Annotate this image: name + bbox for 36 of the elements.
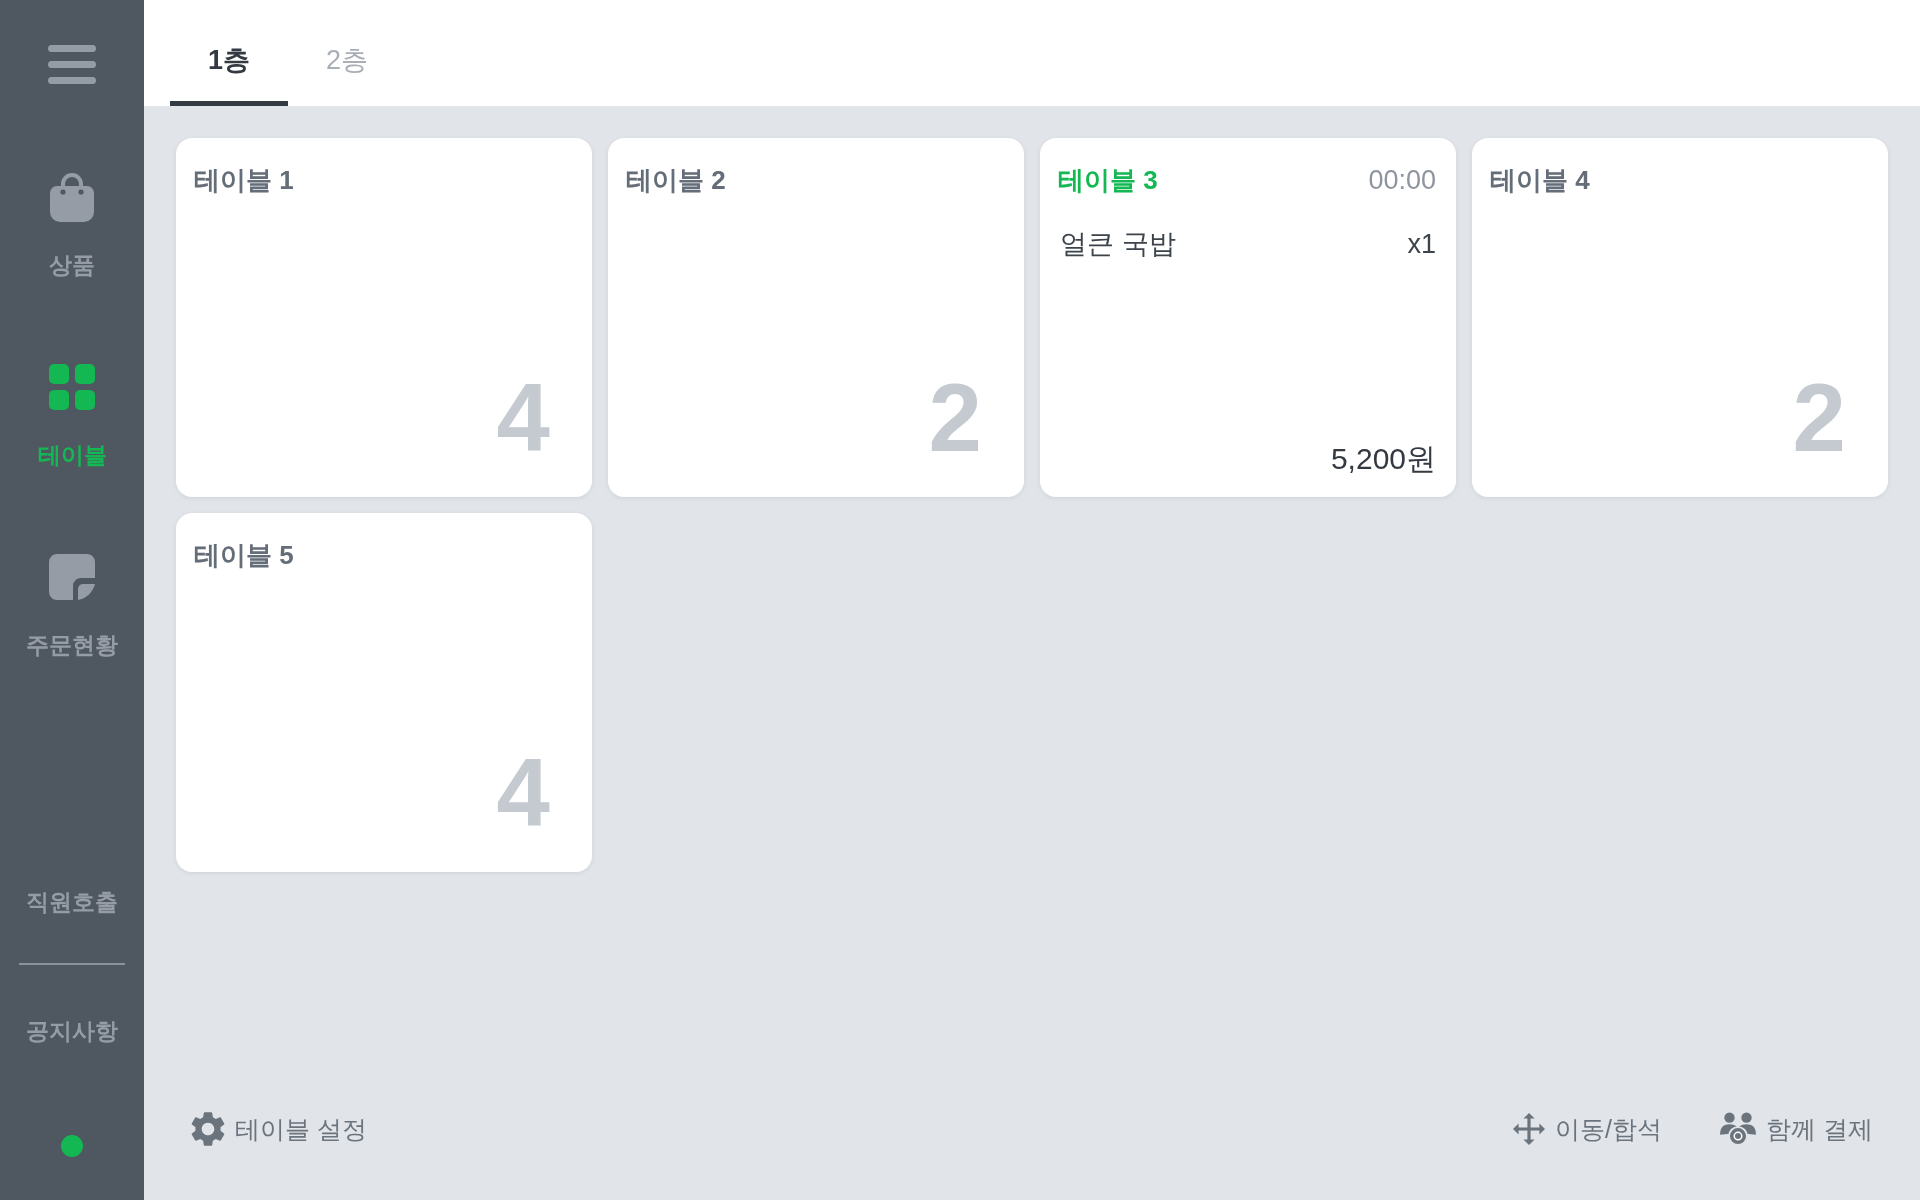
table-card[interactable]: 테이블 5 4 bbox=[176, 513, 592, 872]
table-name: 테이블 4 bbox=[1490, 164, 1590, 196]
sticky-note-icon bbox=[49, 554, 95, 600]
table-name: 테이블 3 bbox=[1058, 164, 1158, 196]
table-card[interactable]: 테이블 4 2 bbox=[1472, 138, 1888, 497]
grid-icon bbox=[49, 364, 95, 410]
floor-tab[interactable]: 1층 bbox=[170, 0, 288, 106]
table-card[interactable]: 테이블 3 00:00 얼큰 국밥 x1 5,200원 bbox=[1040, 138, 1456, 497]
table-card[interactable]: 테이블 1 4 bbox=[176, 138, 592, 497]
seat-count: 4 bbox=[496, 370, 550, 466]
seat-count: 2 bbox=[1792, 370, 1846, 466]
people-coin-icon bbox=[1720, 1112, 1757, 1146]
table-name: 테이블 2 bbox=[626, 164, 726, 196]
pay-together-button[interactable]: 함께 결제 bbox=[1708, 1104, 1885, 1154]
sidebar-link[interactable]: 직원호출 bbox=[20, 879, 124, 925]
seat-count: 4 bbox=[496, 745, 550, 841]
order-item-name: 얼큰 국밥 bbox=[1060, 228, 1176, 261]
shopping-bag-icon bbox=[50, 172, 94, 222]
settings-icon bbox=[191, 1112, 225, 1146]
sidebar-link[interactable]: 공지사항 bbox=[20, 1008, 124, 1054]
move-arrows-icon bbox=[1513, 1113, 1546, 1145]
order-total: 5,200원 bbox=[1330, 441, 1436, 477]
elapsed-time: 00:00 bbox=[1368, 164, 1436, 196]
sidebar-item[interactable]: 주문현황 bbox=[8, 544, 136, 668]
table-name: 테이블 5 bbox=[194, 539, 294, 571]
table-name: 테이블 1 bbox=[194, 164, 294, 196]
seat-count: 2 bbox=[928, 370, 982, 466]
sidebar-item[interactable]: 테이블 bbox=[8, 354, 136, 478]
status-dot-icon bbox=[61, 1135, 83, 1157]
order-quantity: x1 bbox=[1407, 228, 1436, 261]
menu-icon bbox=[48, 45, 96, 84]
floor-tab[interactable]: 2층 bbox=[288, 0, 406, 106]
table-settings-button[interactable]: 테이블 설정 bbox=[179, 1104, 379, 1154]
move-merge-button[interactable]: 이동/합석 bbox=[1501, 1104, 1675, 1154]
sidebar-item[interactable]: 상품 bbox=[8, 164, 136, 288]
table-card[interactable]: 테이블 2 2 bbox=[608, 138, 1024, 497]
